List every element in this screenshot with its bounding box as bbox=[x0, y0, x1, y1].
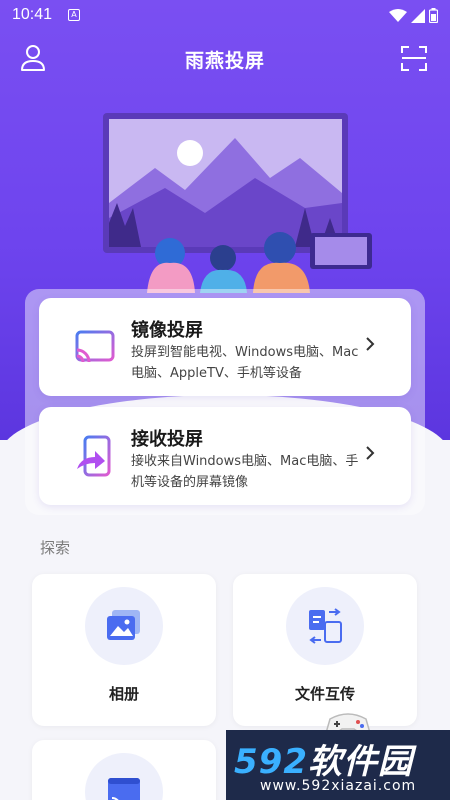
battery-icon bbox=[429, 8, 438, 23]
hero-illustration bbox=[103, 113, 372, 293]
tile-album-label: 相册 bbox=[108, 685, 139, 703]
album-icon-circle bbox=[85, 587, 163, 665]
watermark-brand: 592软件园 bbox=[234, 734, 413, 783]
tile-file-transfer-label: 文件互传 bbox=[294, 685, 355, 703]
watermark-url: www.592xiazai.com bbox=[260, 778, 417, 794]
app-indicator-icon: A bbox=[68, 9, 80, 21]
tile-album[interactable]: 相册 bbox=[32, 574, 216, 726]
watermark-brand-text: 软件园 bbox=[307, 742, 413, 782]
status-bar: 10:41 A bbox=[0, 0, 450, 32]
browser-cast-icon-circle bbox=[85, 753, 163, 800]
app-header: 雨燕投屏 bbox=[0, 36, 450, 80]
chevron-right-icon bbox=[366, 337, 375, 351]
tile-file-transfer[interactable]: 文件互传 bbox=[233, 574, 417, 726]
scan-icon[interactable] bbox=[400, 44, 428, 76]
status-time: 10:41 bbox=[12, 6, 53, 23]
receive-cast-card[interactable]: 接收投屏 接收来自Windows电脑、Mac电脑、手机等设备的屏幕镜像 bbox=[39, 407, 411, 505]
status-icons bbox=[389, 8, 438, 23]
album-icon bbox=[107, 610, 140, 640]
explore-heading: 探索 bbox=[40, 539, 71, 557]
signal-icon bbox=[411, 8, 425, 23]
file-transfer-icon-circle bbox=[286, 587, 364, 665]
watermark-logo: 592软件园 www.592xiazai.com bbox=[226, 730, 450, 800]
watermark-brand-num: 592 bbox=[234, 742, 308, 782]
mirror-cast-card[interactable]: 镜像投屏 投屏到智能电视、Windows电脑、Mac电脑、AppleTV、手机等… bbox=[39, 298, 411, 396]
mirror-cast-title: 镜像投屏 bbox=[131, 320, 203, 341]
page-title: 雨燕投屏 bbox=[184, 50, 265, 72]
tile-browser-cast[interactable] bbox=[32, 740, 216, 800]
receive-cast-desc: 接收来自Windows电脑、Mac电脑、手机等设备的屏幕镜像 bbox=[131, 454, 359, 490]
receive-phone-icon bbox=[77, 435, 111, 477]
cast-icon bbox=[75, 330, 115, 363]
receive-cast-title: 接收投屏 bbox=[131, 429, 203, 450]
mirror-cast-desc: 投屏到智能电视、Windows电脑、Mac电脑、AppleTV、手机等设备 bbox=[131, 345, 359, 381]
chevron-right-icon bbox=[366, 446, 375, 460]
browser-cast-icon bbox=[108, 778, 140, 800]
wifi-icon bbox=[389, 8, 407, 22]
file-transfer-icon bbox=[309, 608, 342, 644]
